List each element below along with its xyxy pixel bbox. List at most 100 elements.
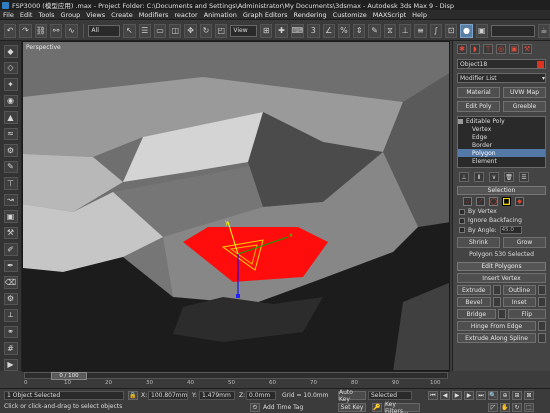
by-angle-value-field[interactable]: 45.0 (499, 226, 522, 234)
stack-item-border[interactable]: Border (458, 141, 545, 149)
snap-toggle-icon[interactable]: 3 (307, 23, 320, 38)
create-geometry-icon[interactable]: ◆ (3, 45, 18, 58)
stack-item-element[interactable]: Element (458, 157, 545, 165)
inset-settings-icon[interactable] (538, 297, 546, 307)
by-vertex-checkbox[interactable]: By Vertex (459, 208, 544, 215)
hierarchy-icon[interactable]: ⊤ (3, 177, 18, 190)
auto-key-button[interactable]: Auto Key (338, 389, 366, 403)
lock-selection-icon[interactable]: 🔒 (128, 391, 138, 400)
z-coordinate-field[interactable]: 0.0mm (246, 391, 276, 400)
pen-icon[interactable]: ✒ (3, 259, 18, 272)
link-icon[interactable]: ⛓ (34, 23, 47, 38)
bridge-settings-icon[interactable] (497, 309, 506, 319)
stack-item-vertex[interactable]: Vertex (458, 125, 545, 133)
create-tab-icon[interactable]: ✱ (457, 44, 467, 54)
zoom-all-icon[interactable]: ⊕ (500, 391, 510, 400)
curve-editor-icon[interactable]: ∫ (429, 23, 442, 38)
make-unique-icon[interactable]: ∨ (489, 172, 499, 182)
select-manipulate-icon[interactable]: ✚ (275, 23, 288, 38)
time-tag-icon[interactable]: ⏲ (250, 403, 260, 412)
play-icon[interactable]: ▶ (452, 391, 462, 400)
set-key-button[interactable]: Set Key (338, 403, 366, 412)
selection-filter-dropdown[interactable]: All (88, 24, 121, 37)
vertex-icon[interactable]: ∴ (463, 197, 472, 206)
ruler-icon[interactable]: ⟂ (3, 309, 18, 322)
zoom-icon[interactable]: 🔍 (488, 391, 498, 400)
zoom-extents-icon[interactable]: ⊞ (512, 391, 522, 400)
display-tab-icon[interactable]: ▣ (509, 44, 519, 54)
display-icon[interactable]: ▣ (3, 210, 18, 223)
uvw-map-button[interactable]: UVW Map (503, 87, 546, 98)
camera-icon[interactable]: ▶ (3, 358, 18, 371)
quick-render-icon[interactable]: ☕ (537, 23, 550, 38)
brush-icon[interactable]: ✐ (3, 243, 18, 256)
menu-create[interactable]: Create (111, 11, 133, 19)
y-coordinate-field[interactable]: 1.479mm (199, 391, 235, 400)
hinge-from-edge-button[interactable]: Hinge From Edge (457, 321, 536, 331)
modifier-icon[interactable]: ✎ (3, 160, 18, 173)
menu-tools[interactable]: Tools (38, 11, 54, 19)
link-icon[interactable]: ⚭ (3, 325, 18, 338)
extrude-button[interactable]: Extrude (457, 285, 491, 295)
utilities-tab-icon[interactable]: ⚒ (522, 44, 532, 54)
percent-snap-icon[interactable]: % (337, 23, 351, 38)
stack-item-editable-poly[interactable]: Editable Poly (458, 117, 545, 125)
material-button[interactable]: Material (457, 87, 500, 98)
align-icon[interactable]: ⊥ (399, 23, 412, 38)
menu-modifiers[interactable]: Modifiers (139, 11, 169, 19)
unlink-icon[interactable]: ⚯ (49, 23, 63, 38)
extrude-spline-settings-icon[interactable] (538, 333, 546, 343)
key-filters-button[interactable]: Key Filters... (384, 401, 420, 413)
named-selection-icon[interactable]: ✎ (368, 23, 381, 38)
lights-icon[interactable]: ✦ (3, 78, 18, 91)
object-color-swatch[interactable] (537, 60, 544, 68)
menu-reactor[interactable]: reactor (174, 11, 197, 19)
utilities-icon[interactable]: ⚒ (3, 226, 18, 239)
object-name-field[interactable]: Object18 (457, 59, 546, 69)
ignore-backfacing-checkbox[interactable]: Ignore Backfacing (459, 217, 544, 224)
eraser-icon[interactable]: ⌫ (3, 276, 18, 289)
bind-space-warp-icon[interactable]: ∿ (65, 23, 78, 38)
greeble-button[interactable]: Greeble (503, 101, 546, 112)
previous-frame-icon[interactable]: ◀ (440, 391, 450, 400)
pin-stack-icon[interactable]: ⊥ (459, 172, 469, 182)
hierarchy-tab-icon[interactable]: ⊤ (483, 44, 493, 54)
by-angle-checkbox[interactable]: By Angle: 45.0 (459, 226, 544, 234)
hinge-settings-icon[interactable] (538, 321, 546, 331)
systems-icon[interactable]: ⚙ (3, 144, 18, 157)
menu-rendering[interactable]: Rendering (293, 11, 326, 19)
keyboard-shortcut-icon[interactable]: ⌨ (290, 23, 305, 38)
configure-modifier-sets-icon[interactable]: ☰ (519, 172, 529, 182)
polygon-icon[interactable]: ■ (502, 197, 511, 206)
render-type-dropdown[interactable] (490, 24, 535, 37)
extrude-along-spline-button[interactable]: Extrude Along Spline (457, 333, 536, 343)
bevel-button[interactable]: Bevel (457, 297, 491, 307)
stack-item-edge[interactable]: Edge (458, 133, 545, 141)
orbit-icon[interactable]: ↻ (512, 403, 522, 412)
insert-vertex-button[interactable]: Insert Vertex (457, 273, 546, 283)
angle-snap-icon[interactable]: ∠ (322, 23, 335, 38)
selection-rollout-header[interactable]: Selection (457, 186, 546, 195)
stack-item-polygon[interactable]: Polygon (458, 149, 545, 157)
select-rotate-icon[interactable]: ↻ (199, 23, 213, 38)
key-mode-dropdown[interactable]: Selected (368, 391, 412, 400)
go-to-start-icon[interactable]: ⏮ (428, 391, 438, 400)
menu-group[interactable]: Group (61, 11, 81, 19)
window-crossing-icon[interactable]: ◫ (169, 23, 182, 38)
undo-icon[interactable]: ↶ (4, 23, 17, 38)
show-end-result-icon[interactable]: Ⅱ (474, 172, 484, 182)
select-move-icon[interactable]: ✥ (184, 23, 197, 38)
select-object-icon[interactable]: ↖ (123, 23, 136, 38)
edit-poly-button[interactable]: Edit Poly (457, 101, 500, 112)
border-icon[interactable]: ◯ (489, 197, 498, 206)
outline-button[interactable]: Outline (502, 285, 536, 295)
redo-icon[interactable]: ↷ (19, 23, 32, 38)
menu-customize[interactable]: Customize (333, 11, 367, 19)
pan-icon[interactable]: ✋ (500, 403, 510, 412)
layer-manager-icon[interactable]: ≡ (414, 23, 427, 38)
schematic-view-icon[interactable]: ⊡ (445, 23, 458, 38)
menu-animation[interactable]: Animation (204, 11, 237, 19)
key-icon[interactable]: 🔑 (372, 403, 382, 412)
pivot-center-icon[interactable]: ⊞ (260, 23, 273, 38)
viewport-label[interactable]: Perspective (26, 44, 61, 51)
